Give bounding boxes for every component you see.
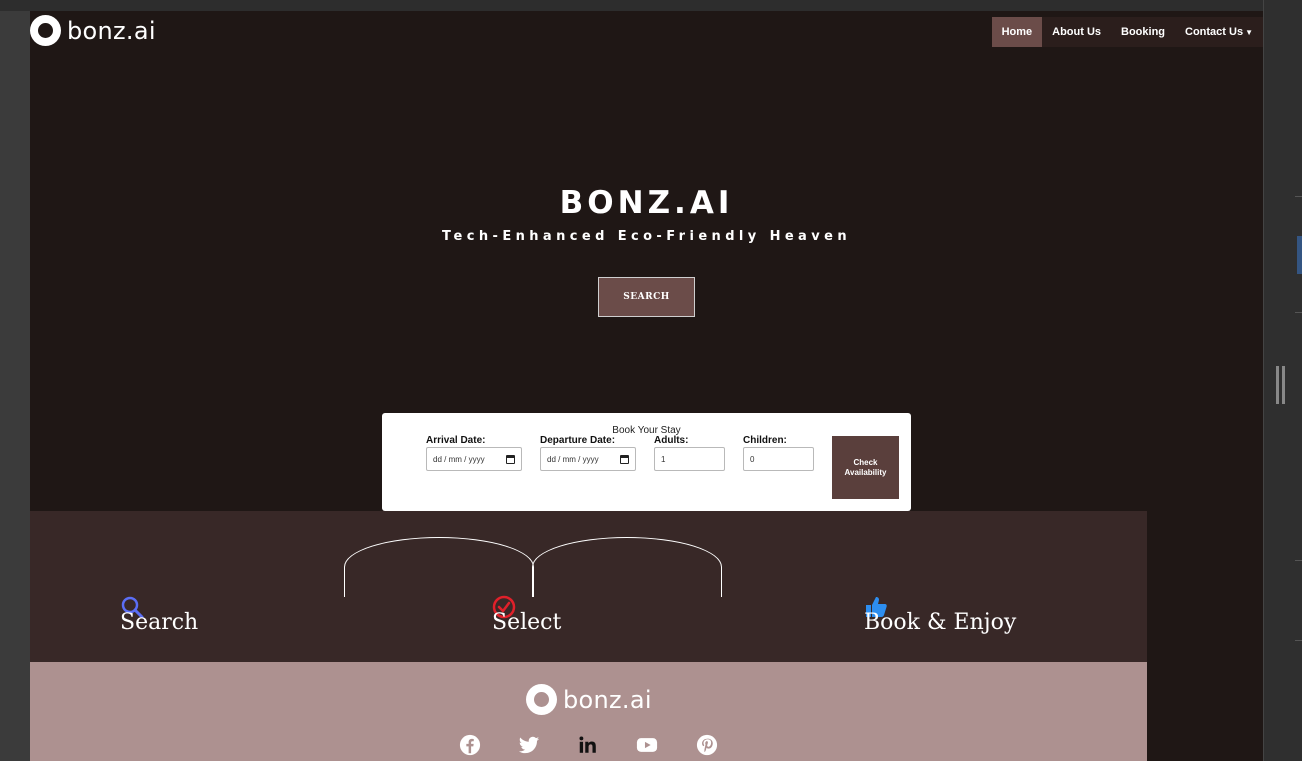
- arrival-value: dd / mm / yyyy: [433, 454, 485, 464]
- adults-input[interactable]: 1: [654, 447, 725, 471]
- panel-divider: [1295, 196, 1302, 197]
- step-book-enjoy: Book & Enjoy: [864, 595, 1016, 635]
- brand-name: bonz.ai: [67, 16, 156, 45]
- nav-item-home[interactable]: Home: [991, 17, 1043, 47]
- logo-mark-icon: [526, 684, 557, 715]
- brand-logo[interactable]: bonz.ai: [30, 15, 156, 46]
- nav-label: Contact Us: [1185, 26, 1244, 38]
- arrival-field: Arrival Date: dd / mm / yyyy: [426, 435, 522, 471]
- panel-indicator: [1297, 236, 1302, 274]
- children-input[interactable]: 0: [743, 447, 814, 471]
- nav-item-about-us[interactable]: About Us: [1042, 17, 1111, 47]
- calendar-icon[interactable]: [506, 454, 515, 464]
- resize-handle[interactable]: [1276, 366, 1285, 404]
- arrival-date-input[interactable]: dd / mm / yyyy: [426, 447, 522, 471]
- facebook-icon[interactable]: [459, 734, 481, 756]
- nav-label: Home: [1001, 26, 1033, 38]
- nav-label: Booking: [1121, 26, 1166, 38]
- booking-form: Book Your Stay Arrival Date: dd / mm / y…: [382, 413, 911, 511]
- logo-mark-icon: [30, 15, 61, 46]
- step-label: Select: [492, 610, 562, 635]
- browser-left-strip: [0, 11, 30, 761]
- children-label: Children:: [743, 435, 787, 446]
- adults-value: 1: [661, 454, 666, 464]
- step-search: Search: [120, 595, 198, 635]
- departure-label: Departure Date:: [540, 435, 616, 446]
- adults-label: Adults:: [654, 435, 689, 446]
- check-availability-button[interactable]: Check Availability: [832, 436, 899, 499]
- browser-top-strip: [0, 0, 1302, 11]
- hero-search-button[interactable]: SEARCH: [598, 277, 695, 317]
- departure-value: dd / mm / yyyy: [547, 454, 599, 464]
- departure-field: Departure Date: dd / mm / yyyy: [540, 435, 636, 471]
- devtools-panel: [1263, 0, 1302, 761]
- pinterest-icon[interactable]: [696, 734, 718, 756]
- footer-logo[interactable]: bonz.ai: [526, 684, 652, 715]
- main-nav: Home About Us Booking Contact Us ▼: [991, 17, 1263, 47]
- step-label: Book & Enjoy: [864, 610, 1017, 635]
- nav-item-contact-us[interactable]: Contact Us ▼: [1175, 17, 1263, 47]
- decorative-arc: [532, 537, 722, 597]
- calendar-icon[interactable]: [620, 454, 629, 464]
- page-viewport: bonz.ai Home About Us Booking Contact Us…: [30, 11, 1263, 761]
- youtube-icon[interactable]: [636, 734, 658, 756]
- caret-down-icon: ▼: [1245, 28, 1253, 37]
- step-select: Select: [492, 595, 561, 635]
- nav-label: About Us: [1052, 26, 1102, 38]
- departure-date-input[interactable]: dd / mm / yyyy: [540, 447, 636, 471]
- decorative-arc: [344, 537, 534, 597]
- panel-divider: [1295, 640, 1302, 641]
- panel-divider: [1295, 560, 1302, 561]
- step-label: Search: [120, 610, 199, 635]
- arrival-label: Arrival Date:: [426, 435, 486, 446]
- children-field: Children: 0: [743, 435, 814, 471]
- footer: bonz.ai: [30, 662, 1147, 761]
- adults-field: Adults: 1: [654, 435, 725, 471]
- children-value: 0: [750, 454, 755, 464]
- twitter-icon[interactable]: [518, 734, 540, 756]
- hero-subtitle: Tech-Enhanced Eco-Friendly Heaven: [442, 229, 851, 244]
- linkedin-icon[interactable]: [577, 734, 599, 756]
- panel-divider: [1295, 312, 1302, 313]
- hero-title: BONZ.AI: [559, 185, 734, 221]
- footer-brand-name: bonz.ai: [563, 685, 652, 714]
- nav-item-booking[interactable]: Booking: [1111, 17, 1175, 47]
- steps-section: Search Select Book & Enjoy: [30, 511, 1147, 662]
